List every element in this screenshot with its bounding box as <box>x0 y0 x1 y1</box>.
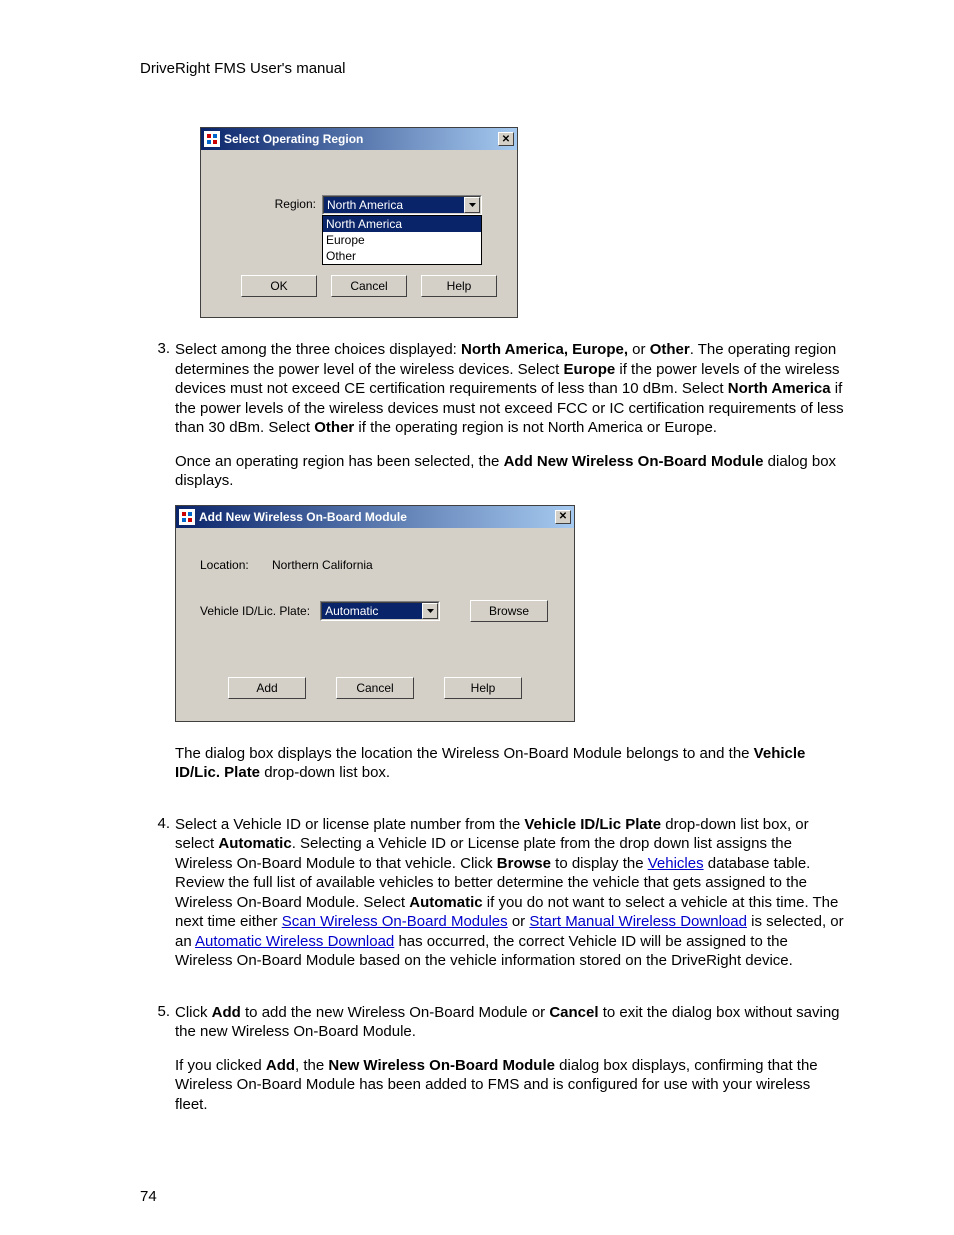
titlebar: Add New Wireless On-Board Module ✕ <box>176 506 574 528</box>
region-combo[interactable]: North America <box>322 195 482 215</box>
ok-button[interactable]: OK <box>241 275 317 297</box>
chevron-down-icon[interactable] <box>464 197 480 213</box>
page-number: 74 <box>140 1188 157 1205</box>
step5-p1: Click Add to add the new Wireless On-Boa… <box>175 1003 844 1042</box>
vehicle-id-label: Vehicle ID/Lic. Plate: <box>200 604 310 618</box>
help-button[interactable]: Help <box>421 275 497 297</box>
title-text: Select Operating Region <box>224 132 498 146</box>
vehicles-link[interactable]: Vehicles <box>648 855 704 872</box>
chevron-down-icon[interactable] <box>422 603 438 619</box>
step3-p1: Select among the three choices displayed… <box>175 340 844 438</box>
app-icon <box>179 509 195 525</box>
step3-p3: The dialog box displays the location the… <box>175 744 844 783</box>
title-text: Add New Wireless On-Board Module <box>199 510 555 524</box>
region-label: Region: <box>221 195 322 211</box>
list-num-5: 5. <box>140 1003 175 1129</box>
location-label: Location: <box>200 558 272 572</box>
step4-p1: Select a Vehicle ID or license plate num… <box>175 815 844 971</box>
step3-p2: Once an operating region has been select… <box>175 452 844 491</box>
step5-p2: If you clicked Add, the New Wireless On-… <box>175 1056 844 1115</box>
titlebar: Select Operating Region ✕ <box>201 128 517 150</box>
manual-download-link[interactable]: Start Manual Wireless Download <box>529 913 747 930</box>
option-north-america[interactable]: North America <box>323 216 481 232</box>
add-module-dialog: Add New Wireless On-Board Module ✕ Locat… <box>175 505 575 722</box>
close-icon[interactable]: ✕ <box>498 132 514 146</box>
list-num-4: 4. <box>140 815 175 985</box>
cancel-button[interactable]: Cancel <box>331 275 407 297</box>
close-icon[interactable]: ✕ <box>555 510 571 524</box>
list-num-3: 3. <box>140 340 175 797</box>
page-header: DriveRight FMS User's manual <box>140 60 844 77</box>
add-button[interactable]: Add <box>228 677 306 699</box>
vehicle-id-combo[interactable]: Automatic <box>320 601 440 621</box>
scan-modules-link[interactable]: Scan Wireless On-Board Modules <box>282 913 508 930</box>
select-region-dialog: Select Operating Region ✕ Region: North … <box>200 127 518 318</box>
app-icon <box>204 131 220 147</box>
option-europe[interactable]: Europe <box>323 232 481 248</box>
help-button[interactable]: Help <box>444 677 522 699</box>
auto-download-link[interactable]: Automatic Wireless Download <box>195 933 394 950</box>
option-other[interactable]: Other <box>323 248 481 264</box>
vehicle-id-value: Automatic <box>322 603 422 619</box>
browse-button[interactable]: Browse <box>470 600 548 622</box>
region-value: North America <box>324 197 464 213</box>
location-value: Northern California <box>272 558 373 572</box>
cancel-button[interactable]: Cancel <box>336 677 414 699</box>
region-dropdown: North America Europe Other <box>322 215 482 265</box>
